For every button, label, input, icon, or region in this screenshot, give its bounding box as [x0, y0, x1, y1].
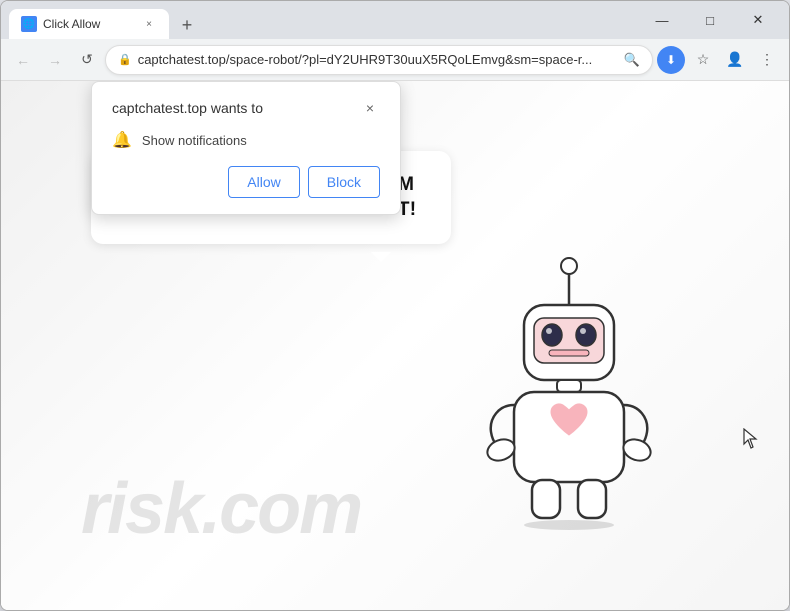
lock-icon: 🔒: [118, 53, 132, 66]
popup-buttons: Allow Block: [112, 166, 380, 198]
bookmark-icon[interactable]: ☆: [689, 46, 717, 74]
webpage: risk.com captchatest.top wants to × 🔔 Sh…: [1, 81, 789, 610]
popup-title: captchatest.top wants to: [112, 100, 263, 116]
popup-close-button[interactable]: ×: [360, 98, 380, 118]
popup-notification-label: Show notifications: [142, 133, 247, 148]
bell-icon: 🔔: [112, 130, 132, 150]
active-tab[interactable]: 🌐 Click Allow ×: [9, 9, 169, 39]
forward-button[interactable]: →: [41, 46, 69, 74]
popup-notification-row: 🔔 Show notifications: [112, 130, 380, 150]
tab-title: Click Allow: [43, 17, 135, 31]
title-bar: 🌐 Click Allow × + — □ ✕: [1, 1, 789, 39]
popup-header: captchatest.top wants to ×: [112, 98, 380, 118]
allow-button[interactable]: Allow: [228, 166, 299, 198]
url-search-icon: 🔍: [624, 52, 640, 68]
content-area: risk.com captchatest.top wants to × 🔔 Sh…: [1, 81, 789, 610]
robot-svg: [469, 250, 669, 530]
close-button[interactable]: ✕: [735, 4, 781, 36]
browser-window: 🌐 Click Allow × + — □ ✕ ← → ↺ 🔒 captchat…: [0, 0, 790, 611]
address-bar: ← → ↺ 🔒 captchatest.top/space-robot/?pl=…: [1, 39, 789, 81]
reload-button[interactable]: ↺: [73, 46, 101, 74]
url-text: captchatest.top/space-robot/?pl=dY2UHR9T…: [138, 52, 618, 67]
back-button[interactable]: ←: [9, 46, 37, 74]
tab-bar: 🌐 Click Allow × +: [9, 1, 639, 39]
profile-icon[interactable]: 👤: [721, 46, 749, 74]
minimize-button[interactable]: —: [639, 4, 685, 36]
new-tab-button[interactable]: +: [173, 11, 201, 39]
tab-favicon: 🌐: [21, 16, 37, 32]
url-box[interactable]: 🔒 captchatest.top/space-robot/?pl=dY2UHR…: [105, 45, 653, 75]
menu-icon[interactable]: ⋮: [753, 46, 781, 74]
mouse-cursor: [743, 428, 759, 450]
notification-popup: captchatest.top wants to × 🔔 Show notifi…: [91, 81, 401, 215]
robot-area: [469, 250, 709, 570]
tab-close-button[interactable]: ×: [141, 16, 157, 32]
download-icon[interactable]: ⬇: [657, 46, 685, 74]
block-button[interactable]: Block: [308, 166, 380, 198]
watermark: risk.com: [81, 468, 361, 550]
window-controls: — □ ✕: [639, 4, 781, 36]
maximize-button[interactable]: □: [687, 4, 733, 36]
